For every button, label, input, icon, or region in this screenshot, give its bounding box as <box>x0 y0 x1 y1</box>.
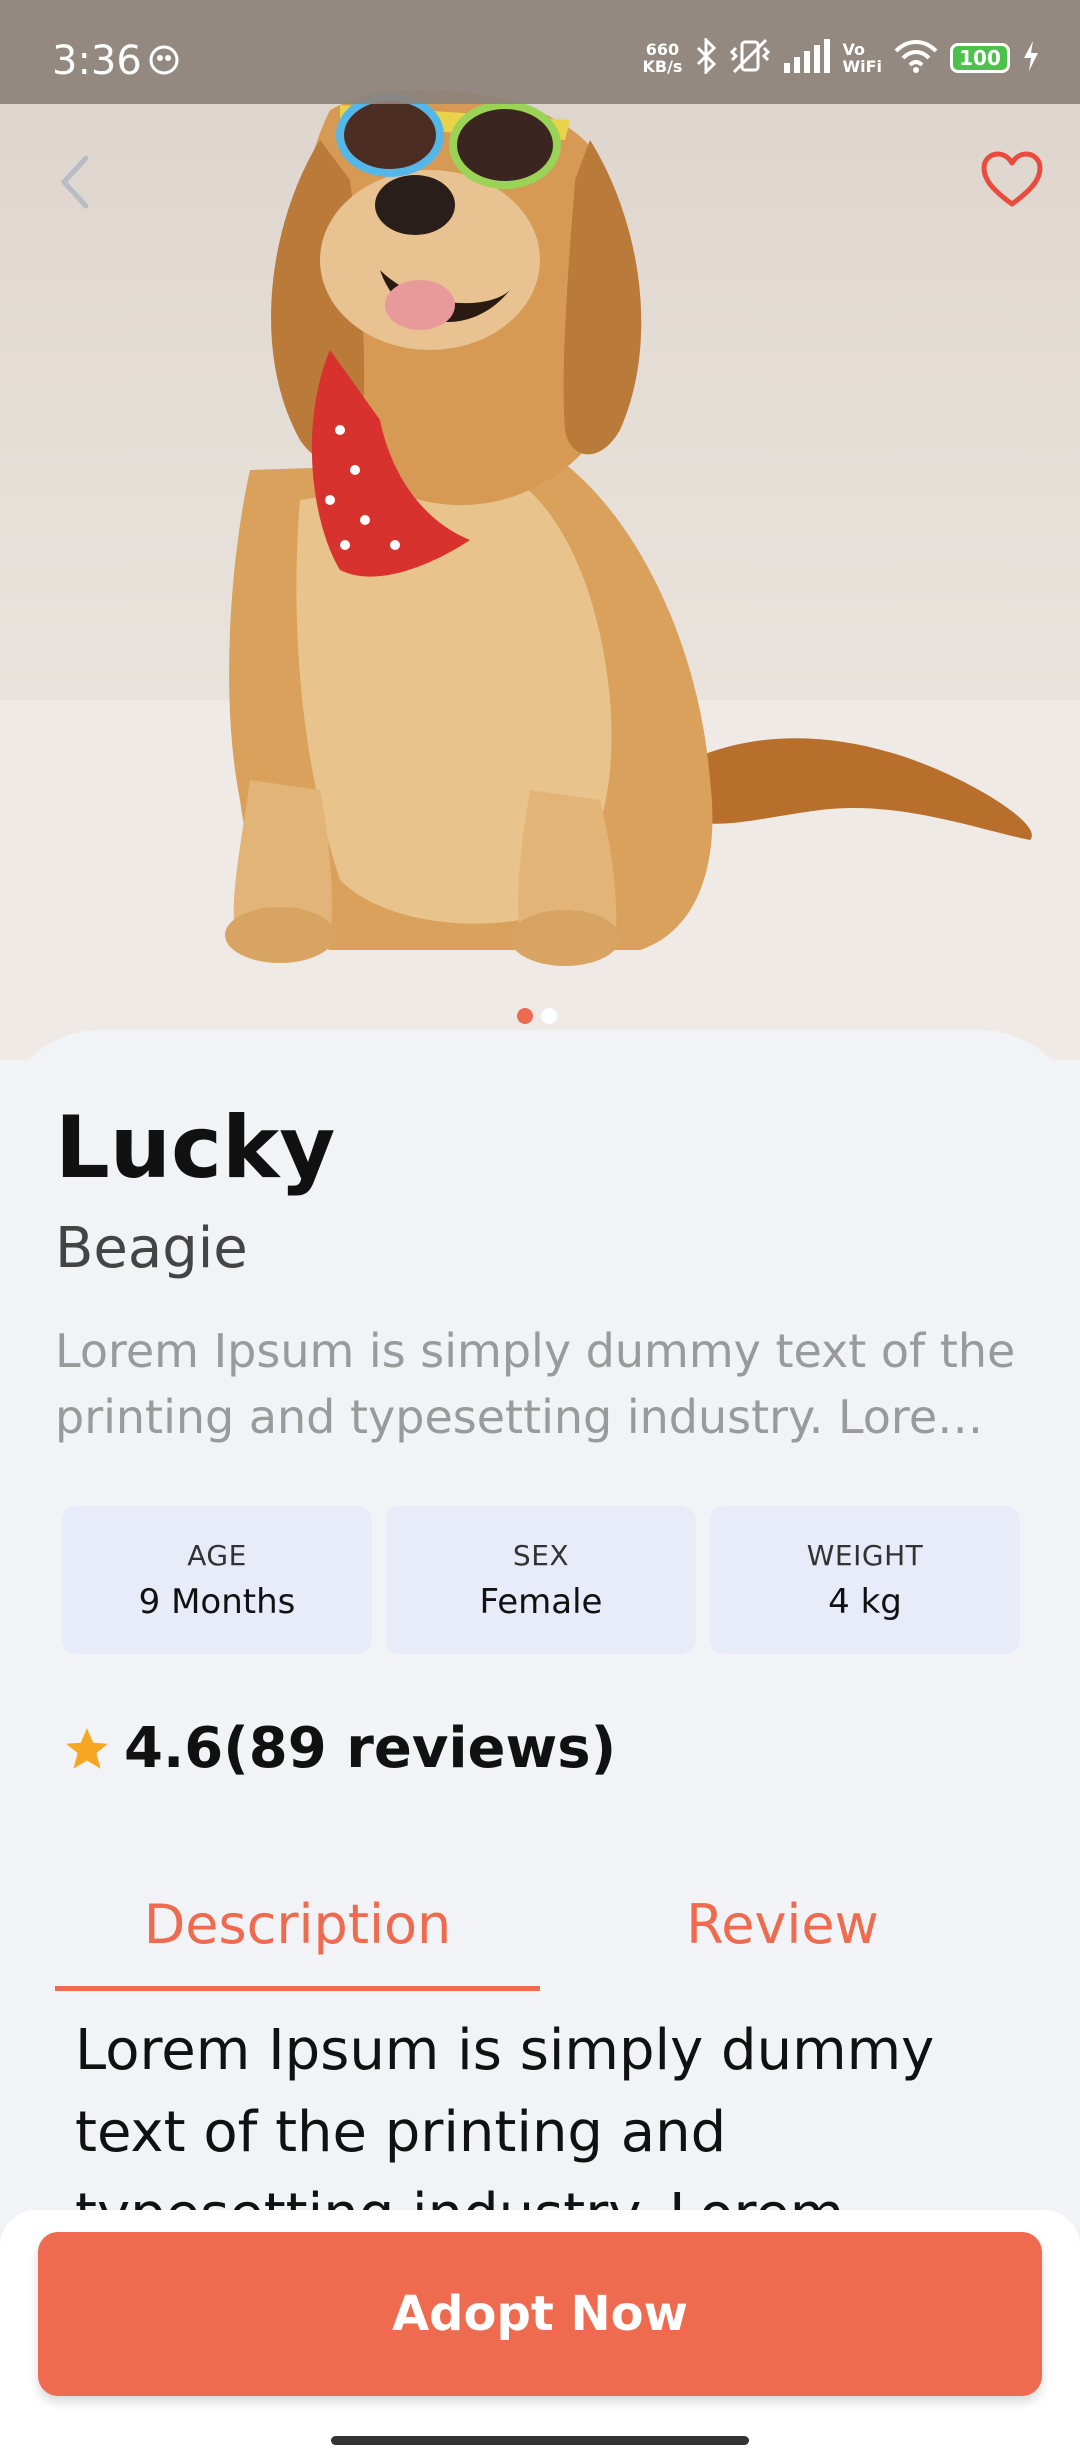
stat-label: WEIGHT <box>806 1538 924 1572</box>
tab-review[interactable]: Review <box>540 1870 1025 1978</box>
home-indicator[interactable] <box>331 2436 749 2445</box>
detail-tabs: Description Review <box>55 1870 1025 1991</box>
wifi-text: WiFi <box>842 57 882 76</box>
stat-label: AGE <box>187 1538 247 1572</box>
tab-description[interactable]: Description <box>55 1870 540 1978</box>
active-tab-indicator <box>55 1986 540 1991</box>
battery-level: 100 <box>959 46 1001 70</box>
dog-photo <box>0 89 1080 1060</box>
battery-indicator: 100 <box>950 43 1010 73</box>
pet-stats: AGE 9 Months SEX Female WEIGHT 4 kg <box>62 1506 1020 1654</box>
pet-breed: Beagie <box>55 1216 248 1281</box>
stat-card-sex: SEX Female <box>386 1506 696 1654</box>
notification-app-icon <box>148 44 180 80</box>
back-button[interactable] <box>52 150 100 218</box>
pet-photo-carousel[interactable] <box>0 0 1080 1060</box>
network-speed-value: 660 <box>645 40 680 59</box>
vo-text: Vo <box>842 40 865 59</box>
pet-name: Lucky <box>55 1098 336 1198</box>
charging-icon <box>1022 41 1040 75</box>
carousel-dot[interactable] <box>541 1008 557 1024</box>
stat-label: SEX <box>512 1538 570 1572</box>
network-speed-unit: KB/s <box>642 57 683 76</box>
rating-text: 4.6(89 reviews) <box>124 1716 617 1781</box>
stat-card-weight: WEIGHT 4 kg <box>710 1506 1020 1654</box>
carousel-dot-active[interactable] <box>517 1008 533 1024</box>
pet-short-description: Lorem Ipsum is simply dummy text of the … <box>55 1324 1016 1444</box>
carousel-page-indicator <box>517 1008 557 1024</box>
favorite-button[interactable] <box>980 150 1044 214</box>
vowifi-label: Vo WiFi <box>842 41 882 75</box>
signal-icon <box>782 39 831 77</box>
stat-value: Female <box>479 1581 603 1622</box>
vibrate-off-icon <box>730 38 771 78</box>
heart-icon <box>981 151 1043 207</box>
stat-value: 9 Months <box>138 1581 296 1622</box>
network-speed: 660 KB/s <box>642 41 682 75</box>
rating: 4.6(89 reviews) <box>62 1716 616 1781</box>
status-time: 3:36 <box>52 38 142 84</box>
stat-value: 4 kg <box>828 1581 902 1622</box>
star-icon <box>66 1727 108 1769</box>
adopt-now-button[interactable]: Adopt Now <box>38 2232 1042 2396</box>
status-bar: 3:36 660 KB/s Vo WiFi 100 <box>0 0 1080 104</box>
bluetooth-icon <box>694 36 718 78</box>
wifi-icon <box>894 39 938 77</box>
chevron-left-icon <box>61 155 89 209</box>
stat-card-age: AGE 9 Months <box>62 1506 372 1654</box>
